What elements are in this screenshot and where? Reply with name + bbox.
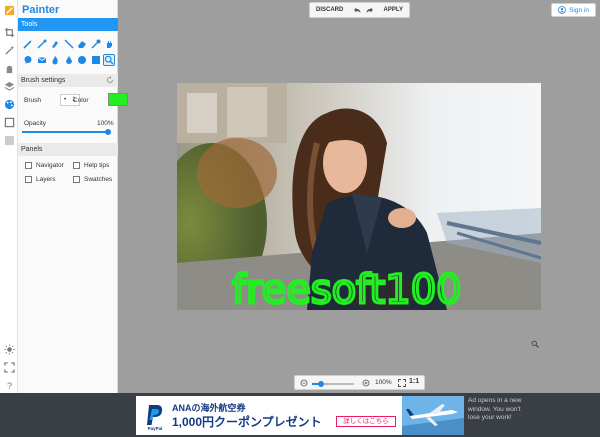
drawn-text: freesoft100 (232, 267, 462, 310)
apply-button[interactable]: APPLY (384, 7, 403, 13)
brush-color-swatch[interactable] (108, 93, 128, 106)
opacity-slider-track[interactable] (22, 131, 108, 133)
zoom-slider-thumb[interactable] (318, 380, 324, 387)
help-tips-label: Help tips (84, 162, 110, 169)
navigator-label: Navigator (36, 162, 64, 169)
eyedropper-tool-icon[interactable] (90, 38, 102, 50)
hand-tool-icon[interactable] (103, 38, 115, 50)
edit-toolbar: DISCARD APPLY (309, 2, 410, 18)
fire-tool-icon[interactable] (49, 54, 61, 66)
navigator-checkbox[interactable] (25, 162, 32, 169)
opacity-slider-thumb[interactable] (105, 129, 111, 135)
eraser-tool-icon[interactable] (76, 38, 88, 50)
stamp-icon[interactable] (3, 62, 15, 74)
palette-icon[interactable] (3, 98, 15, 110)
redo-icon[interactable] (366, 6, 374, 14)
tool-grid (22, 38, 115, 66)
svg-text:?: ? (6, 381, 11, 391)
user-icon (558, 6, 566, 14)
discard-button[interactable]: DISCARD (316, 7, 343, 13)
brush-tool-icon[interactable] (36, 38, 48, 50)
layers-label: Layers (36, 176, 56, 183)
ad-cta-button[interactable]: 詳しくはこちら (336, 416, 396, 427)
frame-icon[interactable] (3, 116, 15, 128)
brightness-icon[interactable] (3, 343, 15, 355)
swatches-checkbox[interactable] (73, 176, 80, 183)
icon-rail: ? (0, 0, 18, 393)
actual-size-button[interactable]: 1:1 (409, 378, 419, 385)
ad-banner[interactable]: PayPal ANAの海外航空券 1,000円クーポンプレゼント 詳しくはこちら (136, 396, 464, 435)
app-title: Painter (22, 4, 60, 16)
sign-in-label: Sign in (569, 6, 589, 14)
circle-tool-icon[interactable] (76, 54, 88, 66)
pencil-tool-icon[interactable] (22, 38, 34, 50)
marker-tool-icon[interactable] (49, 38, 61, 50)
panels-section-header: Panels (18, 143, 118, 156)
zoom-tool-icon[interactable] (103, 54, 115, 66)
undo-icon[interactable] (353, 6, 361, 14)
crop-icon[interactable] (3, 26, 15, 38)
brush-settings-header: Brush settings (18, 74, 118, 87)
line-tool-icon[interactable] (63, 38, 75, 50)
opacity-value: 100% (97, 120, 114, 127)
square-tool-icon[interactable] (90, 54, 102, 66)
opacity-label: Opacity (24, 120, 47, 127)
help-tips-checkbox[interactable] (73, 162, 80, 169)
sidebar-panel: Painter Tools Brush settings Brush • 1 C… (18, 0, 128, 393)
color-label: Color (73, 97, 89, 104)
app-logo-icon (3, 4, 15, 16)
photo-image: freesoft100 (177, 83, 541, 310)
layers-icon[interactable] (3, 80, 15, 92)
stepper-dot-icon: • (64, 96, 67, 103)
zoom-out-icon[interactable] (300, 379, 308, 387)
airplane-image (402, 396, 464, 435)
layers-checkbox[interactable] (25, 176, 32, 183)
speech-tool-icon[interactable] (22, 54, 34, 66)
ad-brand: PayPal (147, 426, 163, 431)
image-canvas[interactable]: freesoft100 (177, 83, 541, 310)
zoom-in-icon[interactable] (362, 379, 370, 387)
tools-section-header: Tools (18, 18, 118, 31)
zoom-bar: 100% 1:1 (294, 375, 425, 390)
fullscreen-icon[interactable] (3, 361, 15, 373)
texture-icon[interactable] (3, 134, 15, 146)
fit-screen-icon[interactable] (398, 379, 406, 387)
sign-in-button[interactable]: Sign in (551, 3, 596, 17)
help-icon[interactable]: ? (3, 379, 15, 391)
zoom-percent: 100% (375, 379, 392, 386)
brush-settings-title: Brush settings (21, 77, 66, 84)
reset-icon[interactable] (106, 76, 114, 84)
ad-offer: 1,000円クーポンプレゼント (172, 415, 322, 429)
zoom-cursor-icon (531, 340, 539, 348)
droplet-tool-icon[interactable] (63, 54, 75, 66)
mail-tool-icon[interactable] (36, 54, 48, 66)
swatches-label: Swatches (84, 176, 113, 183)
magic-wand-icon[interactable] (3, 44, 15, 56)
brush-label: Brush (24, 97, 41, 104)
paypal-logo-icon (147, 405, 163, 425)
ad-disclaimer: Ad opens in a new window. You won't lose… (468, 397, 522, 421)
